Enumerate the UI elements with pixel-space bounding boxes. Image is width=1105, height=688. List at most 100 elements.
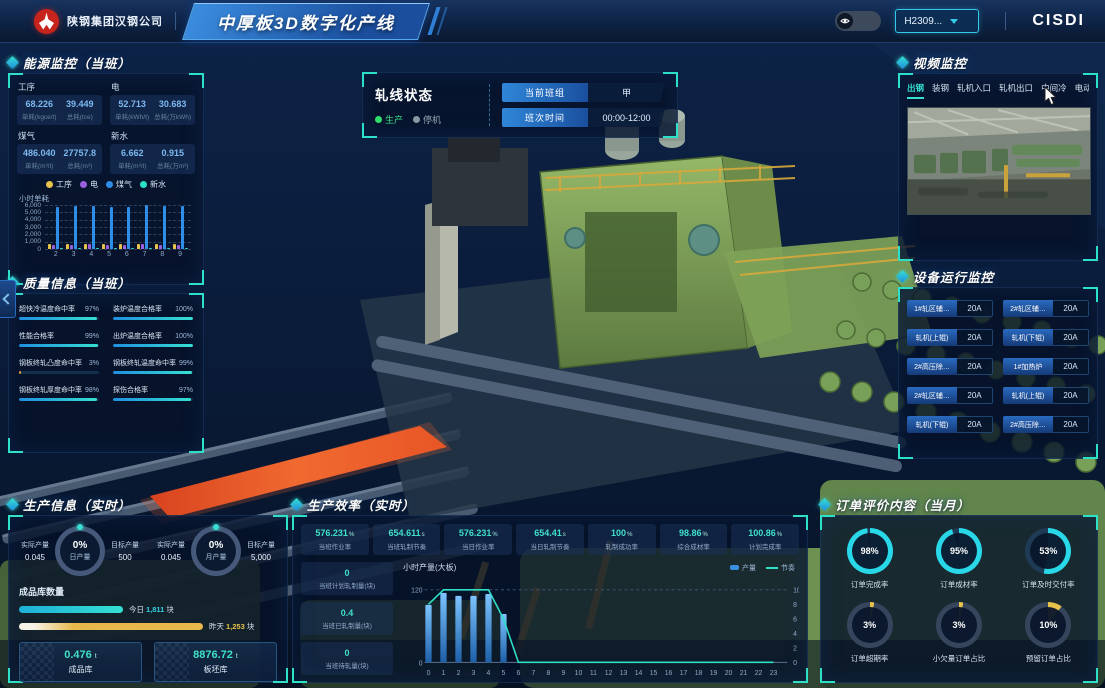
- efficiency-boxes: 0 当班计划轧制量(块) 0.4 当班已轧制量(块) 0 当班待轧量(块): [301, 562, 393, 688]
- warehouse-box: 0.476t 成品库: [19, 642, 142, 682]
- svg-text:8: 8: [793, 602, 797, 609]
- svg-text:18: 18: [695, 670, 703, 677]
- hourly-chart-legend: 产量节奏: [730, 563, 795, 573]
- efficiency-card: 98.86% 综合成材率: [660, 524, 728, 555]
- warehouse-box: 8876.72t 板坯库: [154, 642, 277, 682]
- inventory-bars: 今日1,811块 昨天1,253块: [19, 604, 277, 632]
- status-legend: 生产停机: [375, 113, 477, 126]
- order-gauges: 98% 订单完成率 95% 订单成材率 53% 订单及时交付率 3% 订单超期率…: [825, 528, 1093, 664]
- order-gauge: 3% 小欠量订单占比: [933, 602, 986, 664]
- header-divider: [1005, 12, 1006, 30]
- efficiency-panel-title: 生产效率（实时）: [307, 495, 415, 514]
- status-rows: 当前班组 甲 班次时间 00:00-12:00: [502, 83, 665, 127]
- bar-group: [173, 206, 188, 249]
- chevron-down-icon: [950, 19, 958, 24]
- energy-chart-ylabel: 小时单耗: [19, 193, 195, 204]
- orders-panel: 订单评价内容（当月） 98% 订单完成率 95% 订单成材率 53% 订单及时交…: [820, 496, 1098, 683]
- svg-text:2: 2: [457, 670, 461, 677]
- energy-quadrants: 工序 68.226单耗(kgce/t) 39.449总耗(tce) 电 52.7…: [17, 80, 195, 174]
- quadrant-name: 工序: [18, 81, 102, 93]
- line-status-panel: 轧线状态 生产停机 当前班组 甲 班次时间 00:00-12:00: [362, 72, 678, 138]
- video-tab-5[interactable]: 电动热: [1075, 82, 1089, 99]
- quality-item: 钢板终轧温度命中率99%: [113, 358, 193, 374]
- quadrant-name: 新水: [111, 130, 195, 142]
- visibility-toggle[interactable]: [835, 11, 881, 31]
- status-row: 当前班组 甲: [502, 83, 665, 102]
- efficiency-box: 0.4 当班已轧制量(块): [301, 602, 393, 635]
- video-tab-0[interactable]: 出钢: [907, 82, 924, 99]
- order-gauge: 53% 订单及时交付率: [1022, 528, 1075, 590]
- production-group: 实际产量0.045 0%月产量 目标产量5,000: [155, 526, 277, 576]
- svg-text:13: 13: [620, 670, 628, 677]
- panel-diamond-icon: [818, 498, 831, 511]
- production-donuts: 实际产量0.045 0%日产量 目标产量500 实际产量0.045 0%月产量 …: [19, 526, 277, 576]
- svg-text:23: 23: [770, 670, 778, 677]
- header-divider: [175, 12, 176, 30]
- status-row: 班次时间 00:00-12:00: [502, 108, 665, 127]
- bar-group: [66, 206, 81, 249]
- video-feed-frame: [908, 108, 1090, 214]
- production-group: 实际产量0.045 0%日产量 目标产量500: [19, 526, 141, 576]
- production-panel: 生产信息（实时） 实际产量0.045 0%日产量 目标产量500 实际产量0.0…: [8, 496, 288, 683]
- svg-text:12: 12: [605, 670, 613, 677]
- quality-panel-title: 质量信息（当班）: [23, 273, 131, 292]
- svg-text:7: 7: [532, 670, 536, 677]
- equipment-grid: 1#轧区辅… 20A 2#轧区辅… 20A 轧机(上辊) 20A 轧机(下辊) …: [907, 300, 1089, 433]
- energy-quadrant: 新水 6.662单耗(m³/t) 0.915总耗(万m³): [110, 129, 195, 174]
- video-tab-4[interactable]: 中间冷: [1041, 82, 1067, 99]
- legend-item: 电: [80, 179, 98, 190]
- hourly-chart: 1200024681001234567891011121314151617181…: [403, 573, 799, 688]
- quality-grid: 超快冷温度命中率97% 装炉温度合格率100% 性能合格率99% 出炉温度合格率…: [19, 304, 193, 401]
- hourly-chart-svg: 1200024681001234567891011121314151617181…: [403, 573, 799, 687]
- legend-item: 工序: [46, 179, 72, 190]
- company-logo-icon: [34, 9, 59, 34]
- efficiency-card: 654.41s 当日轧制节奏: [516, 524, 584, 555]
- quality-item: 钢板终轧厚度命中率98%: [19, 385, 99, 401]
- energy-chart: 0 1,000 2,000 3,000 4,000 5,000 6,000234…: [45, 205, 191, 263]
- chevron-left-icon: [2, 293, 13, 304]
- video-feed[interactable]: [907, 107, 1091, 215]
- efficiency-panel: 生产效率（实时） 576.231% 当班作业率 654.611s 当班轧制节奏 …: [292, 496, 808, 683]
- legend-item: 煤气: [106, 179, 132, 190]
- quadrant-name: 电: [111, 81, 195, 93]
- equipment-panel: 设备运行监控 1#轧区辅… 20A 2#轧区辅… 20A 轧机(上辊) 20A …: [898, 268, 1098, 459]
- video-panel: 视频监控 出钢装钢轧机入口轧机出口中间冷电动热: [898, 54, 1098, 261]
- order-gauge: 10% 预留订单占比: [1025, 602, 1071, 664]
- line-status-title: 轧线状态: [375, 84, 477, 104]
- device-dropdown[interactable]: H2309...: [895, 9, 979, 33]
- efficiency-card: 100% 轧制成功率: [588, 524, 656, 555]
- svg-text:22: 22: [755, 670, 763, 677]
- energy-panel-title: 能源监控（当班）: [23, 53, 131, 72]
- production-donut: 0%日产量: [55, 526, 105, 576]
- svg-text:4: 4: [793, 631, 797, 638]
- equipment-row: 2#高压除… 20A: [907, 358, 993, 375]
- status-divider: [489, 84, 490, 126]
- page-title-banner: 中厚板3D数字化产线: [182, 3, 430, 40]
- orders-panel-title: 订单评价内容（当月）: [835, 495, 970, 514]
- collapse-left-button[interactable]: [0, 280, 16, 318]
- equipment-panel-title: 设备运行监控: [913, 267, 994, 286]
- efficiency-box: 0 当班计划轧制量(块): [301, 562, 393, 595]
- legend-item: 节奏: [766, 563, 795, 573]
- panel-diamond-icon: [896, 56, 909, 69]
- panel-diamond-icon: [6, 56, 19, 69]
- video-panel-title: 视频监控: [913, 53, 967, 72]
- energy-quadrant: 煤气 486.040单耗(m³/t) 27757.8总耗(m³): [17, 129, 102, 174]
- video-tab-2[interactable]: 轧机入口: [957, 82, 991, 99]
- equipment-row: 轧机(下辊) 20A: [1003, 329, 1089, 346]
- eye-icon: [837, 13, 853, 29]
- panel-diamond-icon: [290, 498, 303, 511]
- bar-group: [48, 207, 63, 249]
- efficiency-card: 654.611s 当班轧制节奏: [373, 524, 441, 555]
- svg-text:0: 0: [419, 660, 423, 667]
- production-panel-title: 生产信息（实时）: [23, 495, 131, 514]
- production-donut: 0%月产量: [191, 526, 241, 576]
- equipment-row: 1#轧区辅… 20A: [907, 300, 993, 317]
- energy-quadrant: 电 52.713单耗(kWh/t) 30.683总耗(万kWh): [110, 80, 195, 125]
- svg-text:4: 4: [487, 670, 491, 677]
- inventory-bar: 昨天1,253块: [19, 621, 277, 632]
- quality-item: 超快冷温度命中率97%: [19, 304, 99, 320]
- svg-text:1: 1: [442, 670, 446, 677]
- video-tab-3[interactable]: 轧机出口: [999, 82, 1033, 99]
- video-tab-1[interactable]: 装钢: [932, 82, 949, 99]
